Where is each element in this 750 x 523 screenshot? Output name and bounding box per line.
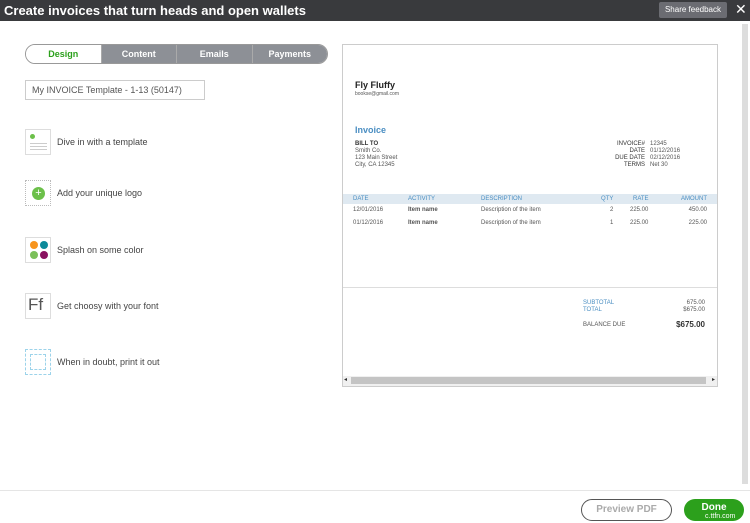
table-header: DATE ACTIVITY DESCRIPTION QTY RATE AMOUNT bbox=[343, 194, 717, 204]
preview-pdf-button[interactable]: Preview PDF bbox=[581, 499, 672, 521]
option-label: Splash on some color bbox=[57, 245, 144, 255]
template-icon bbox=[25, 129, 51, 155]
template-name-input[interactable]: My INVOICE Template - 1-13 (50147) bbox=[25, 80, 205, 100]
balance-value: $675.00 bbox=[676, 320, 705, 329]
bill-to-line: 123 Main Street bbox=[355, 155, 398, 161]
invoice-title: Invoice bbox=[355, 125, 387, 135]
horizontal-scrollbar[interactable]: ◂ ▸ bbox=[343, 376, 717, 386]
option-template[interactable]: Dive in with a template bbox=[25, 129, 148, 155]
font-icon: Ff bbox=[25, 293, 51, 319]
invoice-meta-labels: INVOICE# DATE DUE DATE TERMS bbox=[615, 141, 645, 168]
print-icon bbox=[25, 349, 51, 375]
bill-to-line: Smith Co. bbox=[355, 148, 382, 154]
vertical-scrollbar[interactable] bbox=[742, 24, 748, 484]
invoice-preview: Fly Fluffy booksе@gmail.com Invoice BILL… bbox=[342, 44, 718, 387]
tab-payments[interactable]: Payments bbox=[251, 45, 327, 63]
close-icon[interactable]: ✕ bbox=[735, 1, 747, 18]
subtotal-label: SUBTOTAL bbox=[583, 300, 615, 306]
share-feedback-button[interactable]: Share feedback bbox=[659, 2, 727, 18]
invoice-meta-values: 12345 01/12/2016 02/12/2016 Net 30 bbox=[650, 141, 681, 168]
bill-to-label: BILL TO bbox=[355, 141, 379, 147]
option-font[interactable]: Ff Get choosy with your font bbox=[25, 293, 159, 319]
company-email: booksе@gmail.com bbox=[355, 91, 399, 97]
title-bar: Create invoices that turn heads and open… bbox=[0, 0, 750, 21]
subtotal-value: 675.00 bbox=[686, 300, 705, 306]
total-value: $675.00 bbox=[683, 307, 705, 313]
tab-bar: Design Content Emails Payments bbox=[25, 44, 328, 64]
bill-to-line: City, CA 12345 bbox=[355, 162, 395, 168]
option-logo[interactable]: + Add your unique logo bbox=[25, 180, 142, 206]
tab-design[interactable]: Design bbox=[26, 45, 101, 63]
add-logo-icon: + bbox=[25, 180, 51, 206]
option-print[interactable]: When in doubt, print it out bbox=[25, 349, 160, 375]
balance-label: BALANCE DUE bbox=[583, 322, 626, 328]
option-label: Get choosy with your font bbox=[57, 301, 159, 311]
tab-content[interactable]: Content bbox=[100, 45, 176, 63]
option-label: Dive in with a template bbox=[57, 137, 148, 147]
total-label: TOTAL bbox=[583, 307, 602, 313]
watermark: c.ttfn.com bbox=[705, 513, 736, 520]
tab-emails[interactable]: Emails bbox=[176, 45, 252, 63]
option-color[interactable]: Splash on some color bbox=[25, 237, 144, 263]
page-title: Create invoices that turn heads and open… bbox=[4, 3, 306, 18]
option-label: When in doubt, print it out bbox=[57, 357, 160, 367]
color-palette-icon bbox=[25, 237, 51, 263]
company-name: Fly Fluffy bbox=[355, 80, 395, 90]
option-label: Add your unique logo bbox=[57, 188, 143, 198]
